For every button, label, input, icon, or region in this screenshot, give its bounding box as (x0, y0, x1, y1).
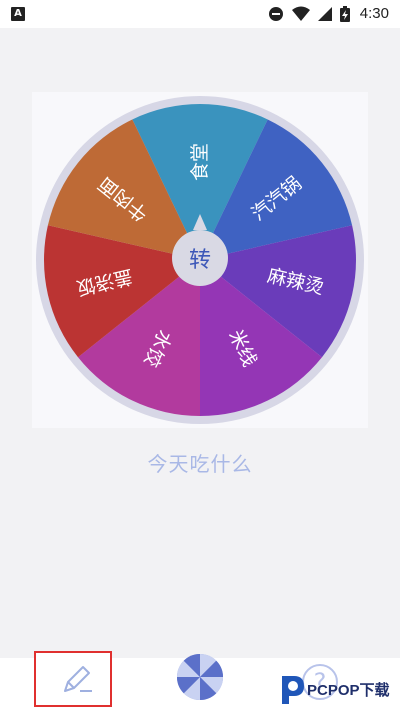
app-notification-icon: A (11, 7, 25, 21)
watermark-text: PCPOP下载 (307, 682, 390, 699)
do-not-disturb-icon (269, 7, 283, 21)
wheel-segment-label: 食堂 (189, 143, 211, 181)
wheel-center-label: 转 (189, 248, 211, 273)
wheel-icon (177, 654, 223, 700)
signal-icon (318, 7, 332, 21)
status-bar: A 4:30 (0, 0, 400, 28)
spin-button[interactable] (175, 652, 225, 702)
pcpop-watermark: PCPOP下载 (276, 672, 400, 706)
pencil-icon (64, 666, 92, 692)
edit-button[interactable] (34, 651, 112, 707)
result-caption: 今天吃什么 (147, 452, 253, 476)
spin-wheel[interactable]: 食堂 汽汽锅 麻辣烫 米线 水饺 盖浇饭 牛肉面 转 (32, 92, 368, 428)
wifi-icon (292, 6, 310, 21)
wheel-graphic: 食堂汽汽锅麻辣烫米线水饺盖浇饭牛肉面 转 (32, 92, 368, 428)
pcpop-logo-icon (282, 676, 304, 704)
battery-charging-icon (340, 6, 350, 22)
status-time: 4:30 (359, 5, 389, 22)
